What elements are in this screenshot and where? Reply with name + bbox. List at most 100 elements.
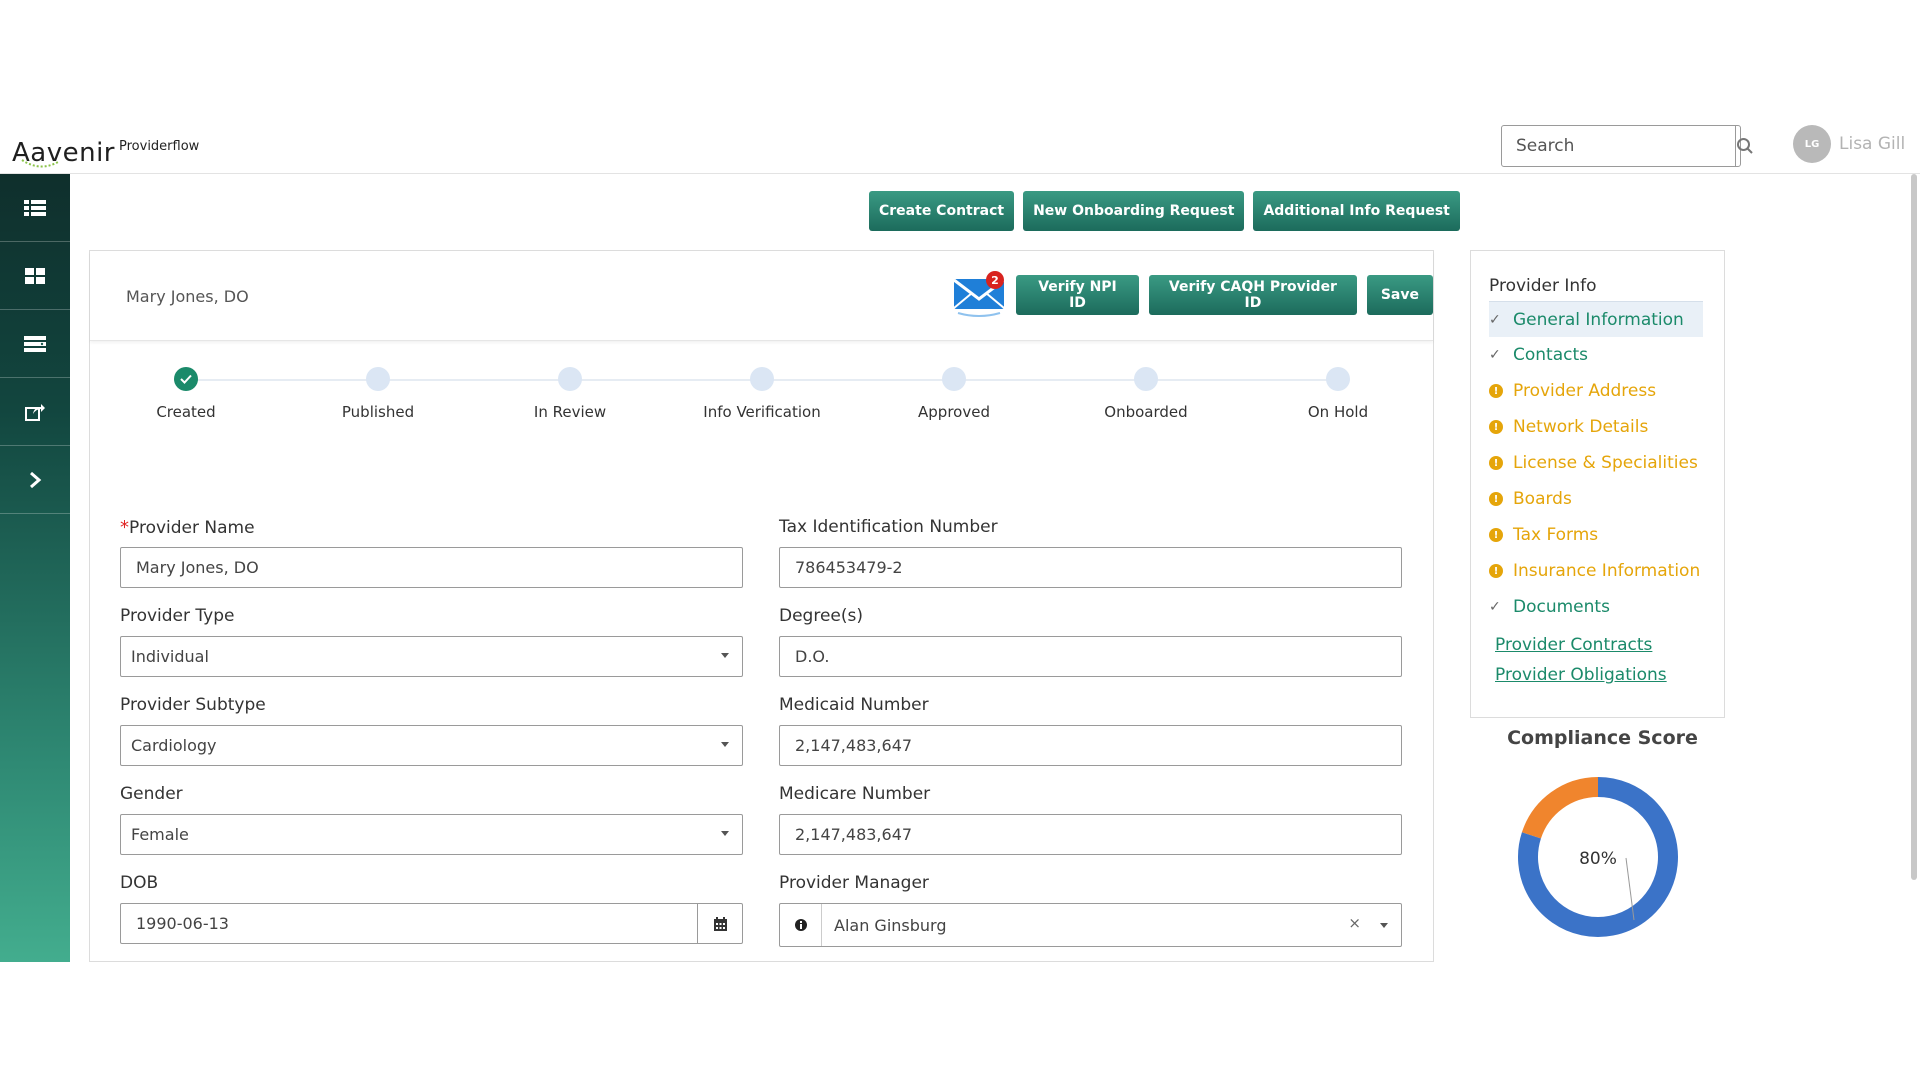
nav-license-specialities[interactable]: ! License & Specialities: [1489, 445, 1703, 481]
warning-icon: !: [1489, 492, 1513, 506]
mail-button[interactable]: 2: [952, 271, 1008, 321]
save-button[interactable]: Save: [1366, 275, 1433, 315]
tax-id-label: Tax Identification Number: [779, 517, 998, 537]
medicaid-label: Medicaid Number: [779, 695, 929, 715]
step-in-review[interactable]: In Review: [490, 367, 650, 421]
new-onboarding-request-button[interactable]: New Onboarding Request: [1023, 191, 1245, 231]
sidebar-item-grid[interactable]: [0, 242, 70, 310]
nav-provider-address[interactable]: ! Provider Address: [1489, 373, 1703, 409]
warning-icon: !: [1489, 384, 1513, 398]
verify-npi-button[interactable]: Verify NPI ID: [1016, 275, 1139, 315]
medicare-label: Medicare Number: [779, 784, 931, 804]
top-actions: Create Contract New Onboarding Request A…: [869, 191, 1460, 231]
app-name: Providerflow: [119, 139, 200, 154]
nav-insurance-information[interactable]: ! Insurance Information: [1489, 553, 1703, 589]
search-box: [1501, 125, 1753, 167]
grid-icon: [25, 267, 45, 284]
provider-type-value: Individual: [131, 647, 209, 666]
provider-manager-label: Provider Manager: [779, 873, 929, 893]
card-actions: Verify NPI ID Verify CAQH Provider ID Sa…: [1016, 275, 1433, 315]
verify-caqh-button[interactable]: Verify CAQH Provider ID: [1149, 275, 1357, 315]
nav-tax-forms[interactable]: ! Tax Forms: [1489, 517, 1703, 553]
nav-documents[interactable]: ✓ Documents: [1489, 589, 1703, 625]
info-addon: [780, 904, 822, 946]
provider-name-label: *Provider Name: [120, 517, 743, 541]
search-input[interactable]: [1502, 126, 1735, 166]
clear-icon[interactable]: ×: [1348, 914, 1361, 932]
degrees-field: Degree(s) D.O.: [779, 606, 1402, 677]
step-created[interactable]: Created: [106, 367, 266, 421]
list-icon: [24, 199, 46, 216]
step-dot: [750, 367, 774, 391]
step-published[interactable]: Published: [298, 367, 458, 421]
medicare-field: Medicare Number 2,147,483,647: [779, 784, 1402, 855]
step-label: On Hold: [1307, 403, 1369, 421]
step-approved[interactable]: Approved: [874, 367, 1034, 421]
additional-info-request-button[interactable]: Additional Info Request: [1253, 191, 1460, 231]
sidebar-expand[interactable]: [0, 446, 70, 514]
medicaid-field: Medicaid Number 2,147,483,647: [779, 695, 1402, 766]
search-icon: [1737, 138, 1753, 154]
nav-label: Insurance Information: [1513, 561, 1701, 581]
caret-down-icon: [721, 742, 729, 747]
page-scrollbar[interactable]: [1911, 174, 1917, 880]
calendar-button[interactable]: [697, 904, 742, 943]
degrees-input[interactable]: D.O.: [779, 636, 1402, 677]
degrees-label: Degree(s): [779, 606, 863, 626]
brand-logo[interactable]: Aavenir: [12, 128, 115, 168]
nav-label: Network Details: [1513, 417, 1649, 437]
provider-subtype-select[interactable]: Cardiology: [120, 725, 743, 766]
provider-type-select[interactable]: Individual: [120, 636, 743, 677]
provider-manager-select[interactable]: Alan Ginsburg ×: [779, 903, 1402, 947]
sidebar-item-share[interactable]: [0, 378, 70, 446]
nav-label: General Information: [1513, 309, 1684, 330]
notification-badge: 2: [986, 271, 1004, 289]
user-name: Lisa Gill: [1839, 134, 1906, 154]
dob-input[interactable]: 1990-06-13: [120, 903, 743, 944]
compliance-score-label: 80%: [1579, 849, 1617, 869]
step-dot: [942, 367, 966, 391]
sidebar-item-stack[interactable]: [0, 310, 70, 378]
nav-network-details[interactable]: ! Network Details: [1489, 409, 1703, 445]
provider-subtype-value: Cardiology: [131, 736, 217, 755]
dob-field: DOB 1990-06-13: [120, 873, 743, 944]
provider-obligations-link[interactable]: Provider Obligations: [1495, 665, 1667, 685]
provider-name-input[interactable]: Mary Jones, DO: [120, 547, 743, 588]
compliance-donut-chart: 80%: [1518, 777, 1678, 937]
share-icon: [25, 403, 45, 421]
gender-select[interactable]: Female: [120, 814, 743, 855]
provider-info-panel: Provider Info ✓ General Information ✓ Co…: [1470, 250, 1725, 718]
info-icon: [794, 919, 807, 931]
nav-boards[interactable]: ! Boards: [1489, 481, 1703, 517]
nav-label: License & Specialities: [1513, 453, 1698, 473]
provider-type-field: Provider Type Individual: [120, 606, 743, 677]
check-icon: ✓: [1489, 347, 1501, 363]
step-dot: [366, 367, 390, 391]
medicaid-input[interactable]: 2,147,483,647: [779, 725, 1402, 766]
step-label: Onboarded: [1104, 403, 1188, 421]
create-contract-button[interactable]: Create Contract: [869, 191, 1015, 231]
nav-label: Documents: [1513, 597, 1610, 617]
step-label: Info Verification: [703, 403, 821, 421]
step-info-verification[interactable]: Info Verification: [682, 367, 842, 421]
nav-contacts[interactable]: ✓ Contacts: [1489, 337, 1703, 373]
caret-down-icon: [721, 831, 729, 836]
panel-title: Provider Info: [1489, 276, 1597, 296]
calendar-icon: [713, 916, 727, 931]
logo-swoosh-icon: [21, 159, 59, 168]
tax-id-input[interactable]: 786453479-2: [779, 547, 1402, 588]
warning-icon: !: [1489, 456, 1513, 470]
search-button[interactable]: [1735, 126, 1754, 166]
provider-contracts-link[interactable]: Provider Contracts: [1495, 635, 1652, 655]
nav-label: Contacts: [1513, 345, 1588, 365]
check-icon: ✓: [1489, 311, 1501, 328]
step-onboarded[interactable]: Onboarded: [1066, 367, 1226, 421]
sidebar-item-list[interactable]: [0, 174, 70, 242]
step-label: Created: [156, 403, 216, 421]
medicare-input[interactable]: 2,147,483,647: [779, 814, 1402, 855]
step-on-hold[interactable]: On Hold: [1258, 367, 1418, 421]
required-mark: *: [120, 517, 129, 538]
user-menu[interactable]: LG Lisa Gill: [1793, 125, 1905, 163]
nav-general-information[interactable]: ✓ General Information: [1489, 301, 1703, 337]
gender-field: Gender Female: [120, 784, 743, 855]
